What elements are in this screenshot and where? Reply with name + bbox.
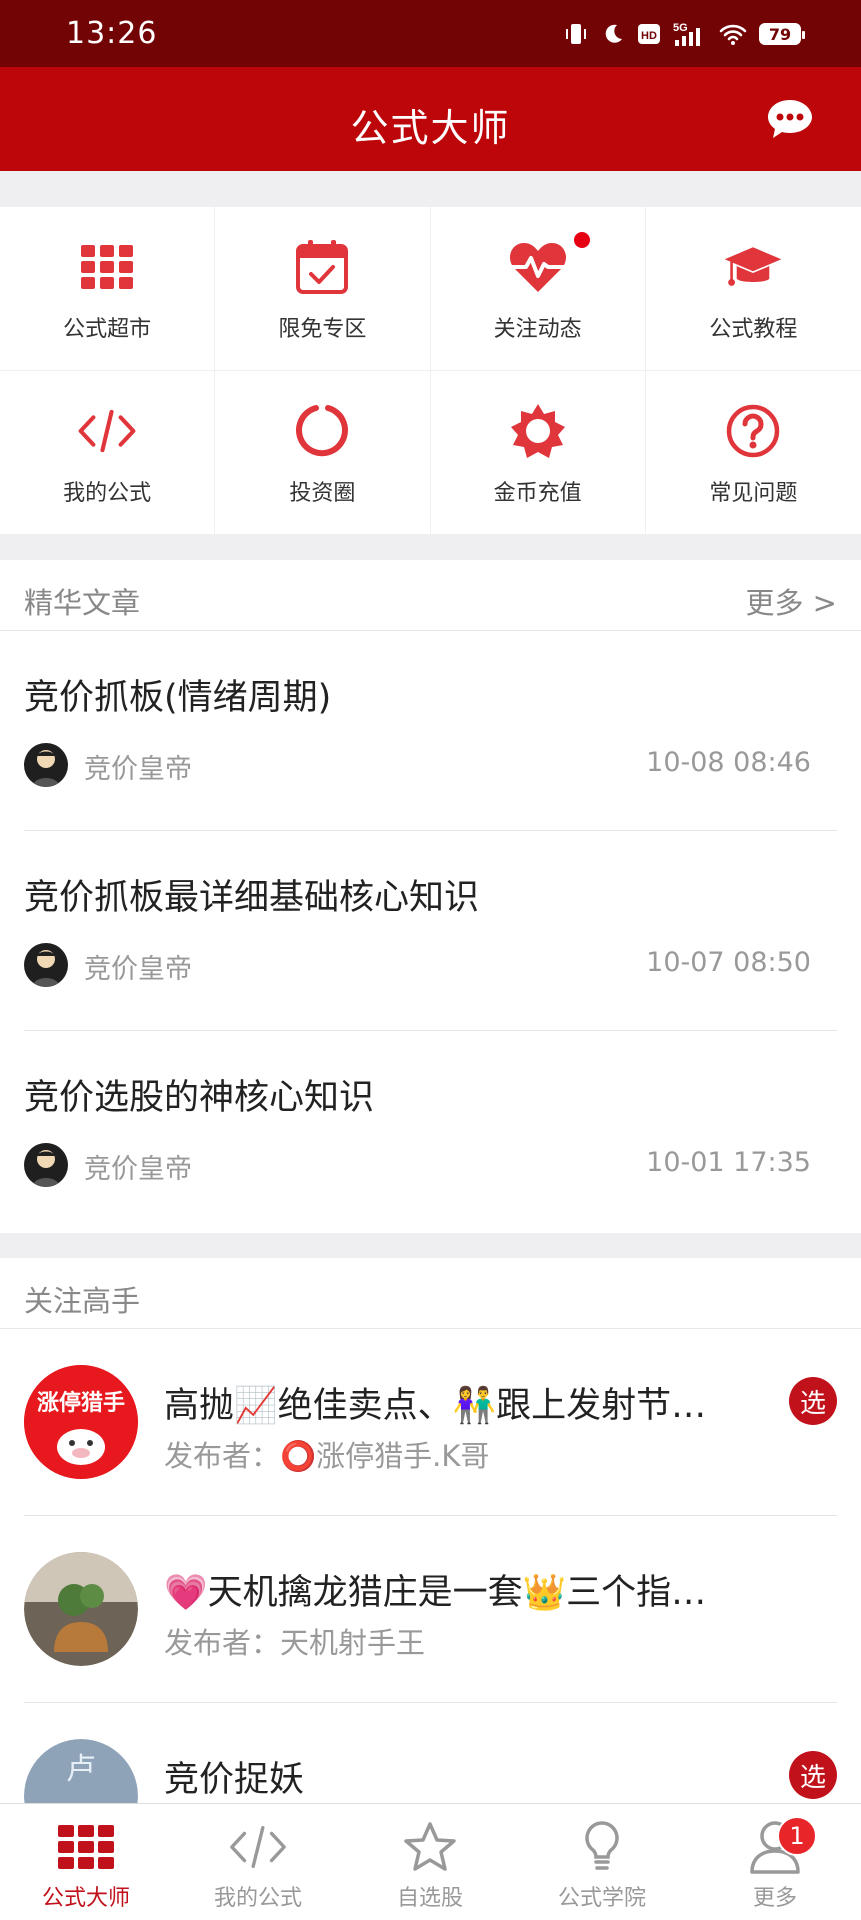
grid-item-formula-tutorial[interactable]: 公式教程 bbox=[645, 207, 861, 371]
grid-item-my-formula[interactable]: 我的公式 bbox=[0, 371, 216, 535]
article-time: 10-08 08:46 bbox=[646, 747, 811, 778]
section-header: 精华文章 更多 > bbox=[0, 560, 861, 631]
article-title: 竞价抓板最详细基础核心知识 bbox=[24, 878, 480, 918]
grid-label: 公式超市 bbox=[63, 317, 152, 342]
select-button[interactable]: 选 bbox=[789, 1377, 837, 1425]
nav-label: 自选股 bbox=[396, 1886, 463, 1911]
bottom-nav: 公式大师 我的公式 自选股 公式学院 更多 1 bbox=[0, 1803, 861, 1920]
wifi-icon bbox=[719, 24, 747, 45]
grid-label: 投资圈 bbox=[289, 481, 356, 506]
grid-item-free-zone[interactable]: 限免专区 bbox=[215, 207, 431, 371]
expert-publisher: 发布者：⭕涨停猎手.K哥 bbox=[164, 1439, 490, 1473]
grid-item-formula-market[interactable]: 公式超市 bbox=[0, 207, 216, 371]
grid-item-follow-updates[interactable]: 关注动态 bbox=[430, 207, 646, 371]
grid-icon bbox=[56, 1820, 116, 1874]
article-item[interactable]: 竞价抓板(情绪周期) 竞价皇帝 10-08 08:46 bbox=[0, 631, 861, 831]
nav-label: 公式大师 bbox=[41, 1886, 130, 1911]
feature-grid: 公式超市 限免专区 关注动态 公式教程 我的公式 投资圈 金币充值 常见问题 bbox=[0, 207, 861, 535]
code-icon bbox=[77, 401, 137, 461]
notification-badge: 1 bbox=[777, 1816, 817, 1856]
section-title: 关注高手 bbox=[24, 1284, 141, 1318]
app-page: 13:26 HD 5G 79 公式大师 公式超市 限免专区 关注动态 公式教程 … bbox=[0, 0, 861, 1920]
vibrate-icon bbox=[566, 24, 586, 44]
section-header: 关注高手 bbox=[0, 1258, 861, 1329]
article-title: 竞价抓板(情绪周期) bbox=[24, 678, 332, 718]
expert-title: 竞价捉妖 bbox=[164, 1760, 305, 1800]
status-icons: HD 5G 79 bbox=[563, 18, 805, 50]
article-item[interactable]: 竞价抓板最详细基础核心知识 竞价皇帝 10-07 08:50 bbox=[0, 831, 861, 1031]
nav-my-formula[interactable]: 我的公式 bbox=[172, 1804, 344, 1920]
nav-more[interactable]: 更多 1 bbox=[689, 1804, 861, 1920]
svg-text:5G: 5G bbox=[673, 22, 688, 34]
nav-formula-academy[interactable]: 公式学院 bbox=[516, 1804, 688, 1920]
avatar: 卢 bbox=[24, 1739, 138, 1803]
graduation-cap-icon bbox=[723, 237, 783, 297]
grid-label: 关注动态 bbox=[493, 317, 582, 342]
message-button[interactable] bbox=[765, 97, 815, 141]
battery-indicator: 79 bbox=[759, 23, 805, 45]
avatar bbox=[24, 1143, 68, 1187]
nav-label: 更多 bbox=[752, 1886, 797, 1911]
signal-5g-icon: 5G bbox=[673, 22, 700, 46]
gear-sun-icon bbox=[508, 401, 568, 461]
articles-section: 精华文章 更多 > 竞价抓板(情绪周期) 竞价皇帝 10-08 08:46 竞价… bbox=[0, 560, 861, 1233]
more-link[interactable]: 更多 > bbox=[745, 580, 837, 622]
expert-publisher: 发布者：天机射手王 bbox=[164, 1626, 426, 1660]
nav-label: 我的公式 bbox=[213, 1886, 302, 1911]
grid-label: 我的公式 bbox=[63, 481, 152, 506]
grid-item-coin-recharge[interactable]: 金币充值 bbox=[430, 371, 646, 535]
expert-item[interactable]: 💗天机擒龙猎庄是一套👑三个指… 发布者：天机射手王 bbox=[0, 1516, 861, 1703]
hd-icon: HD bbox=[638, 24, 660, 44]
star-icon bbox=[400, 1820, 460, 1874]
lightbulb-icon bbox=[572, 1820, 632, 1874]
status-bar: 13:26 HD 5G 79 bbox=[0, 0, 861, 67]
grid-label: 金币充值 bbox=[493, 481, 582, 506]
chat-bubble-icon bbox=[768, 100, 812, 138]
svg-text:HD: HD bbox=[641, 30, 657, 42]
avatar bbox=[24, 743, 68, 787]
grid-item-investment-circle[interactable]: 投资圈 bbox=[215, 371, 431, 535]
article-author: 竞价皇帝 bbox=[84, 1154, 192, 1185]
avatar: 涨停猎手 bbox=[24, 1365, 138, 1479]
article-item[interactable]: 竞价选股的神核心知识 竞价皇帝 10-01 17:35 bbox=[0, 1031, 861, 1231]
code-icon bbox=[228, 1820, 288, 1874]
select-button[interactable]: 选 bbox=[789, 1751, 837, 1799]
grid-label: 常见问题 bbox=[709, 481, 798, 506]
article-author: 竞价皇帝 bbox=[84, 954, 192, 985]
notification-dot bbox=[574, 232, 590, 248]
grid-icon bbox=[77, 237, 137, 297]
heartbeat-icon bbox=[508, 237, 568, 297]
expert-title: 💗天机擒龙猎庄是一套👑三个指… bbox=[164, 1573, 707, 1613]
nav-formula-master[interactable]: 公式大师 bbox=[0, 1804, 172, 1920]
grid-label: 限免专区 bbox=[278, 317, 367, 342]
avatar-letter: 卢 bbox=[66, 1752, 96, 1787]
avatar bbox=[24, 943, 68, 987]
expert-title: 高抛📈绝佳卖点、👫跟上发射节… bbox=[164, 1386, 707, 1426]
status-time: 13:26 bbox=[66, 16, 158, 51]
app-header: 公式大师 bbox=[0, 67, 861, 171]
expert-item[interactable]: 涨停猎手 高抛📈绝佳卖点、👫跟上发射节… 发布者：⭕涨停猎手.K哥 选 bbox=[0, 1329, 861, 1516]
avatar bbox=[24, 1552, 138, 1666]
article-time: 10-07 08:50 bbox=[646, 947, 811, 978]
svg-text:涨停猎手: 涨停猎手 bbox=[37, 1390, 125, 1416]
calendar-check-icon bbox=[292, 237, 352, 297]
battery-level: 79 bbox=[768, 24, 792, 44]
experts-section: 关注高手 涨停猎手 高抛📈绝佳卖点、👫跟上发射节… 发布者：⭕涨停猎手.K哥 选… bbox=[0, 1258, 861, 1803]
circle-ring-icon bbox=[292, 401, 352, 461]
question-icon bbox=[723, 401, 783, 461]
expert-item[interactable]: 卢 竞价捉妖 选 bbox=[0, 1703, 861, 1803]
article-author: 竞价皇帝 bbox=[84, 754, 192, 785]
nav-label: 公式学院 bbox=[557, 1886, 646, 1911]
grid-item-faq[interactable]: 常见问题 bbox=[645, 371, 861, 535]
article-time: 10-01 17:35 bbox=[646, 1147, 811, 1178]
nav-watchlist[interactable]: 自选股 bbox=[344, 1804, 516, 1920]
article-title: 竞价选股的神核心知识 bbox=[24, 1078, 375, 1118]
moon-icon bbox=[605, 24, 622, 43]
page-title: 公式大师 bbox=[350, 106, 511, 150]
section-title: 精华文章 bbox=[24, 586, 141, 620]
grid-label: 公式教程 bbox=[709, 317, 798, 342]
